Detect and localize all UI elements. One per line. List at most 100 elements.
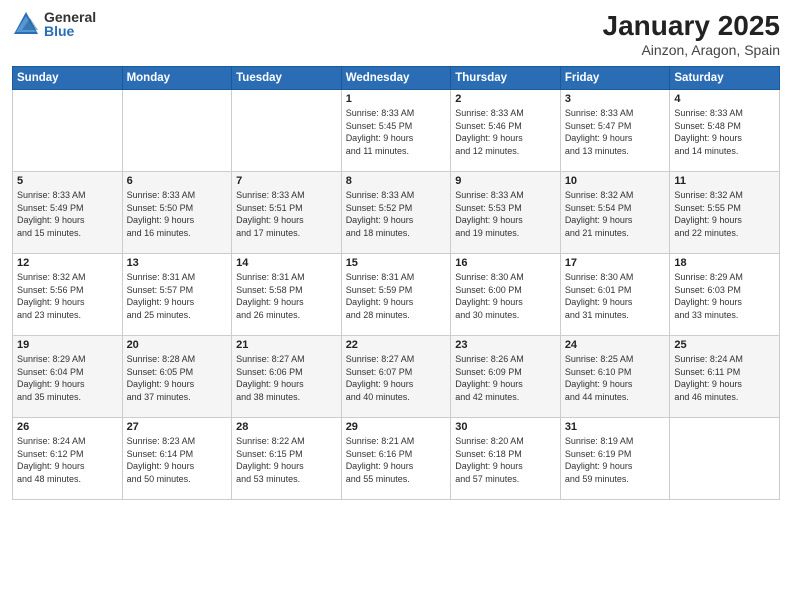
- day-number: 7: [236, 175, 337, 187]
- calendar-week-3: 12 Sunrise: 8:32 AM Sunset: 5:56 PM Dayli…: [13, 254, 780, 336]
- day-number: 5: [17, 175, 118, 187]
- calendar-cell: 1Sunrise: 8:33 AM Sunset: 5:45 PM Daylig…: [341, 90, 451, 172]
- calendar-header-row: Sunday Monday Tuesday Wednesday Thursday…: [13, 67, 780, 90]
- header: General Blue January 2025 Ainzon, Aragon…: [12, 10, 780, 58]
- calendar-cell: 22 Sunrise: 8:27 AM Sunset: 6:07 PM Dayli…: [341, 336, 451, 418]
- day-number: 22: [346, 339, 447, 351]
- day-number: 25: [674, 339, 775, 351]
- day-number: 14: [236, 257, 337, 269]
- day-number: 28: [236, 421, 337, 433]
- calendar-cell: 9Sunrise: 8:33 AM Sunset: 5:53 PM Daylig…: [451, 172, 561, 254]
- calendar-table: Sunday Monday Tuesday Wednesday Thursday…: [12, 66, 780, 500]
- day-number: 26: [17, 421, 118, 433]
- col-thursday: Thursday: [451, 67, 561, 90]
- day-number: 24: [565, 339, 666, 351]
- cell-info: Sunrise: 8:22 AM Sunset: 6:15 PM Dayligh…: [236, 435, 337, 485]
- calendar-cell: 23Sunrise: 8:26 AM Sunset: 6:09 PM Dayli…: [451, 336, 561, 418]
- cell-info: Sunrise: 8:31 AM Sunset: 5:57 PM Dayligh…: [127, 271, 228, 321]
- title-block: January 2025 Ainzon, Aragon, Spain: [603, 10, 780, 58]
- calendar-cell: 28 Sunrise: 8:22 AM Sunset: 6:15 PM Dayli…: [232, 418, 342, 500]
- logo: General Blue: [12, 10, 96, 38]
- logo-blue: Blue: [44, 24, 96, 38]
- day-number: 15: [346, 257, 447, 269]
- day-number: 8: [346, 175, 447, 187]
- day-number: 21: [236, 339, 337, 351]
- cell-info: Sunrise: 8:33 AM Sunset: 5:48 PM Dayligh…: [674, 107, 775, 157]
- day-number: 11: [674, 175, 775, 187]
- logo-icon: [12, 10, 40, 38]
- day-number: 30: [455, 421, 556, 433]
- cell-info: Sunrise: 8:33 AM Sunset: 5:49 PM Dayligh…: [17, 189, 118, 239]
- day-number: 13: [127, 257, 228, 269]
- cell-info: Sunrise: 8:33 AM Sunset: 5:47 PM Dayligh…: [565, 107, 666, 157]
- calendar-cell: [670, 418, 780, 500]
- cell-info: Sunrise: 8:24 AM Sunset: 6:11 PM Dayligh…: [674, 353, 775, 403]
- day-number: 19: [17, 339, 118, 351]
- day-number: 18: [674, 257, 775, 269]
- cell-info: Sunrise: 8:33 AM Sunset: 5:52 PM Dayligh…: [346, 189, 447, 239]
- cell-info: Sunrise: 8:27 AM Sunset: 6:06 PM Dayligh…: [236, 353, 337, 403]
- calendar-week-2: 5 Sunrise: 8:33 AM Sunset: 5:49 PM Daylig…: [13, 172, 780, 254]
- cell-info: Sunrise: 8:33 AM Sunset: 5:51 PM Dayligh…: [236, 189, 337, 239]
- calendar-cell: 31 Sunrise: 8:19 AM Sunset: 6:19 PM Dayli…: [560, 418, 670, 500]
- logo-text: General Blue: [44, 10, 96, 38]
- calendar-cell: 25 Sunrise: 8:24 AM Sunset: 6:11 PM Dayli…: [670, 336, 780, 418]
- cell-info: Sunrise: 8:29 AM Sunset: 6:03 PM Dayligh…: [674, 271, 775, 321]
- day-number: 17: [565, 257, 666, 269]
- calendar-cell: 29Sunrise: 8:21 AM Sunset: 6:16 PM Dayli…: [341, 418, 451, 500]
- calendar-cell: 11 Sunrise: 8:32 AM Sunset: 5:55 PM Dayli…: [670, 172, 780, 254]
- calendar-cell: 8 Sunrise: 8:33 AM Sunset: 5:52 PM Daylig…: [341, 172, 451, 254]
- location-subtitle: Ainzon, Aragon, Spain: [603, 42, 780, 58]
- cell-info: Sunrise: 8:25 AM Sunset: 6:10 PM Dayligh…: [565, 353, 666, 403]
- cell-info: Sunrise: 8:32 AM Sunset: 5:56 PM Dayligh…: [17, 271, 118, 321]
- cell-info: Sunrise: 8:27 AM Sunset: 6:07 PM Dayligh…: [346, 353, 447, 403]
- calendar-cell: 20Sunrise: 8:28 AM Sunset: 6:05 PM Dayli…: [122, 336, 232, 418]
- day-number: 2: [455, 93, 556, 105]
- day-number: 6: [127, 175, 228, 187]
- page-container: General Blue January 2025 Ainzon, Aragon…: [0, 0, 792, 612]
- cell-info: Sunrise: 8:32 AM Sunset: 5:55 PM Dayligh…: [674, 189, 775, 239]
- calendar-cell: [13, 90, 123, 172]
- calendar-cell: [232, 90, 342, 172]
- col-tuesday: Tuesday: [232, 67, 342, 90]
- cell-info: Sunrise: 8:20 AM Sunset: 6:18 PM Dayligh…: [455, 435, 556, 485]
- cell-info: Sunrise: 8:28 AM Sunset: 6:05 PM Dayligh…: [127, 353, 228, 403]
- col-monday: Monday: [122, 67, 232, 90]
- calendar-cell: 3Sunrise: 8:33 AM Sunset: 5:47 PM Daylig…: [560, 90, 670, 172]
- calendar-cell: 4Sunrise: 8:33 AM Sunset: 5:48 PM Daylig…: [670, 90, 780, 172]
- month-title: January 2025: [603, 10, 780, 42]
- cell-info: Sunrise: 8:33 AM Sunset: 5:46 PM Dayligh…: [455, 107, 556, 157]
- calendar-cell: 30 Sunrise: 8:20 AM Sunset: 6:18 PM Dayli…: [451, 418, 561, 500]
- cell-info: Sunrise: 8:30 AM Sunset: 6:01 PM Dayligh…: [565, 271, 666, 321]
- cell-info: Sunrise: 8:24 AM Sunset: 6:12 PM Dayligh…: [17, 435, 118, 485]
- day-number: 12: [17, 257, 118, 269]
- calendar-cell: 18 Sunrise: 8:29 AM Sunset: 6:03 PM Dayli…: [670, 254, 780, 336]
- cell-info: Sunrise: 8:19 AM Sunset: 6:19 PM Dayligh…: [565, 435, 666, 485]
- calendar-cell: 12 Sunrise: 8:32 AM Sunset: 5:56 PM Dayli…: [13, 254, 123, 336]
- calendar-cell: 14 Sunrise: 8:31 AM Sunset: 5:58 PM Dayli…: [232, 254, 342, 336]
- col-friday: Friday: [560, 67, 670, 90]
- day-number: 27: [127, 421, 228, 433]
- calendar-cell: 19 Sunrise: 8:29 AM Sunset: 6:04 PM Dayli…: [13, 336, 123, 418]
- calendar-cell: 21 Sunrise: 8:27 AM Sunset: 6:06 PM Dayli…: [232, 336, 342, 418]
- col-sunday: Sunday: [13, 67, 123, 90]
- calendar-cell: 27 Sunrise: 8:23 AM Sunset: 6:14 PM Dayli…: [122, 418, 232, 500]
- day-number: 31: [565, 421, 666, 433]
- col-wednesday: Wednesday: [341, 67, 451, 90]
- day-number: 10: [565, 175, 666, 187]
- calendar-cell: 26 Sunrise: 8:24 AM Sunset: 6:12 PM Dayli…: [13, 418, 123, 500]
- cell-info: Sunrise: 8:33 AM Sunset: 5:45 PM Dayligh…: [346, 107, 447, 157]
- cell-info: Sunrise: 8:33 AM Sunset: 5:50 PM Dayligh…: [127, 189, 228, 239]
- calendar-cell: 7 Sunrise: 8:33 AM Sunset: 5:51 PM Daylig…: [232, 172, 342, 254]
- cell-info: Sunrise: 8:23 AM Sunset: 6:14 PM Dayligh…: [127, 435, 228, 485]
- calendar-cell: 13 Sunrise: 8:31 AM Sunset: 5:57 PM Dayli…: [122, 254, 232, 336]
- calendar-cell: [122, 90, 232, 172]
- cell-info: Sunrise: 8:31 AM Sunset: 5:58 PM Dayligh…: [236, 271, 337, 321]
- calendar-week-4: 19 Sunrise: 8:29 AM Sunset: 6:04 PM Dayli…: [13, 336, 780, 418]
- day-number: 23: [455, 339, 556, 351]
- calendar-week-1: 1Sunrise: 8:33 AM Sunset: 5:45 PM Daylig…: [13, 90, 780, 172]
- cell-info: Sunrise: 8:31 AM Sunset: 5:59 PM Dayligh…: [346, 271, 447, 321]
- col-saturday: Saturday: [670, 67, 780, 90]
- cell-info: Sunrise: 8:29 AM Sunset: 6:04 PM Dayligh…: [17, 353, 118, 403]
- day-number: 9: [455, 175, 556, 187]
